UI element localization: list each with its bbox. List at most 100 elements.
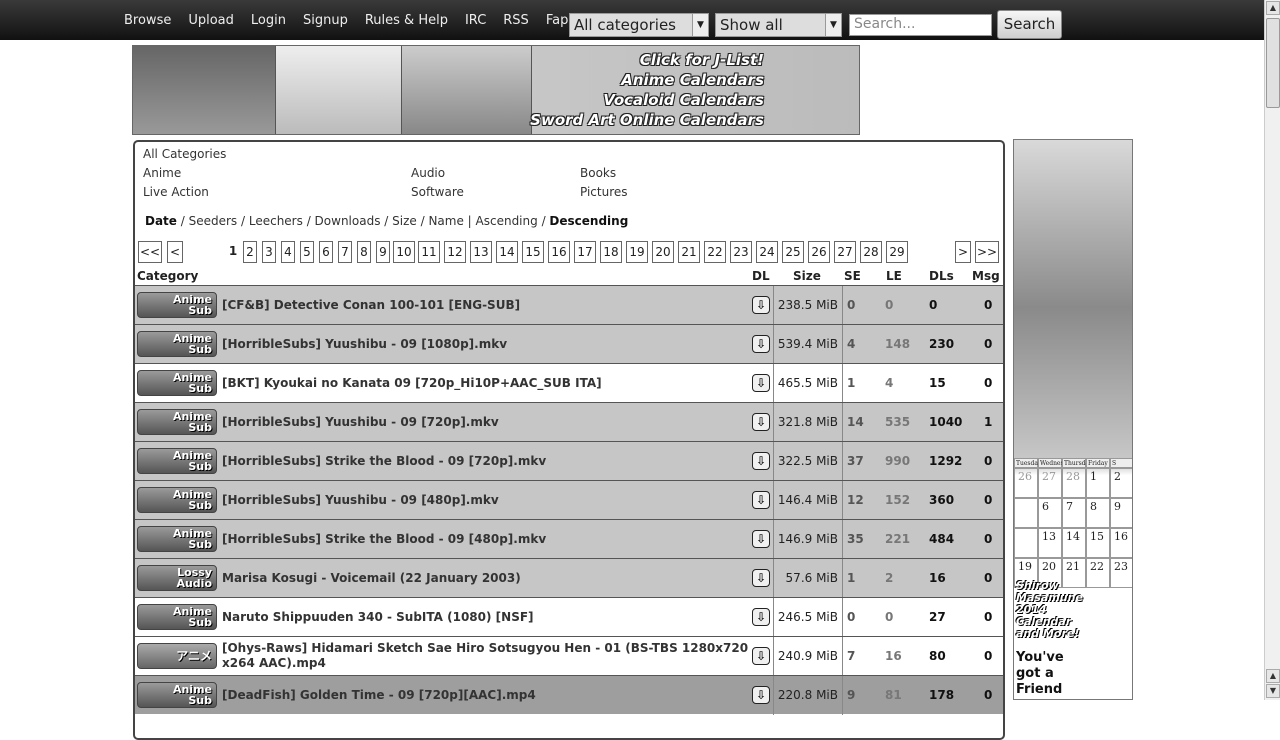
category-audio[interactable]: Audio [411, 166, 445, 180]
sort-downloads[interactable]: Downloads [315, 214, 381, 228]
scroll-up-icon[interactable]: ▲ [1266, 669, 1280, 683]
sort-size[interactable]: Size [392, 214, 417, 228]
page-link[interactable]: 21 [678, 241, 700, 263]
category-icon[interactable]: Anime Sub [137, 409, 217, 435]
page-link[interactable]: 2 [243, 241, 257, 263]
page-link[interactable]: 20 [652, 241, 674, 263]
page-link[interactable]: 24 [756, 241, 778, 263]
page-link[interactable]: 13 [470, 241, 492, 263]
page-link[interactable]: 5 [300, 241, 314, 263]
sort-ascending[interactable]: Ascending [476, 214, 538, 228]
nav-login[interactable]: Login [251, 13, 286, 28]
download-icon[interactable]: ⇩ [752, 335, 770, 353]
jlist-banner-ad[interactable]: Click for J-List! Anime Calendars Vocalo… [132, 45, 860, 135]
vertical-scrollbar[interactable]: ▲ ▲ ▼ [1264, 0, 1280, 700]
download-icon[interactable]: ⇩ [752, 491, 770, 509]
page-link[interactable]: 27 [834, 241, 856, 263]
nav-rules-help[interactable]: Rules & Help [365, 13, 448, 28]
download-icon[interactable]: ⇩ [752, 296, 770, 314]
header-size[interactable]: Size [793, 269, 821, 283]
category-anime[interactable]: Anime [143, 166, 181, 180]
page-link[interactable]: 9 [376, 241, 390, 263]
download-icon[interactable]: ⇩ [752, 569, 770, 587]
page-first[interactable]: << [138, 241, 162, 263]
category-icon[interactable]: Anime Sub [137, 487, 217, 513]
sort-descending[interactable]: Descending [549, 214, 628, 228]
page-link[interactable]: 16 [548, 241, 570, 263]
page-link[interactable]: 25 [782, 241, 804, 263]
messages-count[interactable]: 0 [984, 337, 992, 351]
messages-count[interactable]: 0 [984, 571, 992, 585]
category-icon[interactable]: アニメ [137, 643, 217, 669]
torrent-name-link[interactable]: [HorribleSubs] Yuushibu - 09 [1080p].mkv [222, 337, 752, 351]
category-icon[interactable]: Anime Sub [137, 526, 217, 552]
page-link[interactable]: 4 [281, 241, 295, 263]
sort-seeders[interactable]: Seeders [189, 214, 238, 228]
header-le[interactable]: LE [886, 269, 902, 283]
category-icon[interactable]: Anime Sub [137, 682, 217, 708]
category-icon[interactable]: Lossy Audio [137, 565, 217, 591]
category-all[interactable]: All Categories [143, 147, 226, 161]
page-link[interactable]: 22 [704, 241, 726, 263]
page-link[interactable]: 17 [574, 241, 596, 263]
category-icon[interactable]: Anime Sub [137, 331, 217, 357]
nav-browse[interactable]: Browse [124, 13, 171, 28]
page-link[interactable]: 6 [319, 241, 333, 263]
page-link[interactable]: 14 [496, 241, 518, 263]
category-icon[interactable]: Anime Sub [137, 448, 217, 474]
download-icon[interactable]: ⇩ [752, 647, 770, 665]
messages-count[interactable]: 0 [984, 649, 992, 663]
sort-name[interactable]: Name [428, 214, 463, 228]
messages-count[interactable]: 0 [984, 376, 992, 390]
page-next[interactable]: > [955, 241, 971, 263]
messages-count[interactable]: 0 [984, 454, 992, 468]
nav-rss[interactable]: RSS [503, 13, 529, 28]
nav-upload[interactable]: Upload [188, 13, 234, 28]
category-select[interactable]: All categories ▼ [569, 13, 709, 37]
page-link[interactable]: 26 [808, 241, 830, 263]
messages-count[interactable]: 1 [984, 415, 992, 429]
page-link[interactable]: 28 [860, 241, 882, 263]
category-live-action[interactable]: Live Action [143, 185, 209, 199]
nav-signup[interactable]: Signup [303, 13, 348, 28]
category-icon[interactable]: Anime Sub [137, 604, 217, 630]
torrent-name-link[interactable]: [HorribleSubs] Yuushibu - 09 [720p].mkv [222, 415, 752, 429]
page-link[interactable]: 29 [886, 241, 908, 263]
sort-leechers[interactable]: Leechers [249, 214, 303, 228]
torrent-name-link[interactable]: [HorribleSubs] Strike the Blood - 09 [72… [222, 454, 752, 468]
page-link[interactable]: 12 [444, 241, 466, 263]
search-input[interactable]: Search... [849, 14, 992, 36]
download-icon[interactable]: ⇩ [752, 686, 770, 704]
torrent-name-link[interactable]: [HorribleSubs] Yuushibu - 09 [480p].mkv [222, 493, 752, 507]
page-link[interactable]: 15 [522, 241, 544, 263]
download-icon[interactable]: ⇩ [752, 530, 770, 548]
torrent-name-link[interactable]: Marisa Kosugi - Voicemail (22 January 20… [222, 571, 752, 585]
torrent-name-link[interactable]: [Ohys-Raws] Hidamari Sketch Sae Hiro Sot… [222, 641, 752, 671]
category-icon[interactable]: Anime Sub [137, 370, 217, 396]
search-button[interactable]: Search [997, 10, 1062, 39]
page-link[interactable]: 10 [393, 241, 415, 263]
page-link[interactable]: 7 [338, 241, 352, 263]
download-icon[interactable]: ⇩ [752, 374, 770, 392]
page-link[interactable]: 18 [600, 241, 622, 263]
category-pictures[interactable]: Pictures [580, 185, 628, 199]
scroll-down-icon[interactable]: ▼ [1266, 684, 1280, 698]
category-books[interactable]: Books [580, 166, 616, 180]
page-link[interactable]: 8 [357, 241, 371, 263]
download-icon[interactable]: ⇩ [752, 413, 770, 431]
messages-count[interactable]: 0 [984, 493, 992, 507]
torrent-name-link[interactable]: [BKT] Kyoukai no Kanata 09 [720p_Hi10P+A… [222, 376, 752, 390]
nav-fap[interactable]: Fap [546, 13, 569, 28]
page-link[interactable]: 23 [730, 241, 752, 263]
nav-irc[interactable]: IRC [465, 13, 486, 28]
header-dls[interactable]: DLs [929, 269, 954, 283]
page-link[interactable]: 11 [418, 241, 440, 263]
side-banner-ad[interactable]: Tuesday Wednesday Thursday Friday S 26 2… [1013, 139, 1133, 700]
messages-count[interactable]: 0 [984, 610, 992, 624]
page-link[interactable]: 19 [626, 241, 648, 263]
scroll-up-icon[interactable]: ▲ [1266, 1, 1280, 15]
page-prev[interactable]: < [167, 241, 183, 263]
scrollbar-thumb[interactable] [1266, 18, 1280, 108]
show-filter-select[interactable]: Show all ▼ [715, 13, 842, 37]
torrent-name-link[interactable]: [CF&B] Detective Conan 100-101 [ENG-SUB] [222, 298, 752, 312]
